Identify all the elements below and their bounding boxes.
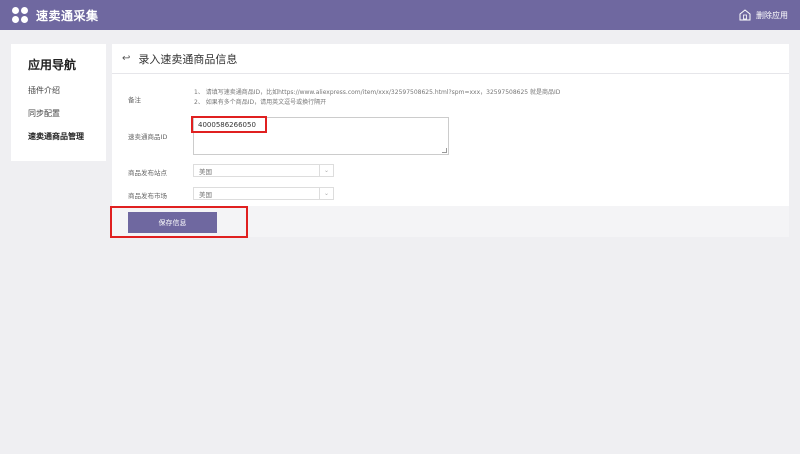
top-bar: 速卖通采集 删除应用 — [0, 0, 800, 30]
publish-site-value: 美国 — [199, 167, 212, 176]
sidebar-item-product-management[interactable]: 速卖通商品管理 — [28, 131, 106, 142]
sidebar-item-sync-config[interactable]: 同步配置 — [28, 108, 106, 119]
sidebar: 应用导航 插件介绍 同步配置 速卖通商品管理 — [11, 44, 106, 161]
back-icon[interactable]: ↩ — [122, 53, 130, 64]
app-title: 速卖通采集 — [36, 8, 99, 23]
note-label: 备注 — [128, 96, 141, 104]
remove-app-label: 删除应用 — [756, 10, 788, 20]
chevron-down-icon: ⌄ — [319, 165, 333, 176]
main-panel: ↩ 录入速卖通商品信息 备注 1、 请填写速卖通商品ID，比如https://w… — [112, 44, 789, 237]
page-title: 录入速卖通商品信息 — [138, 52, 238, 66]
product-id-value: 4000586266050 — [198, 121, 256, 129]
app-logo-icon — [12, 7, 28, 23]
trash-house-icon — [739, 9, 751, 21]
note-line-1: 1、 请填写速卖通商品ID，比如https://www.aliexpress.c… — [194, 89, 561, 96]
chevron-down-icon: ⌄ — [319, 188, 333, 199]
publish-market-value: 美国 — [199, 190, 212, 199]
publish-site-label: 商品发布站点 — [128, 169, 167, 177]
save-button[interactable]: 保存信息 — [128, 212, 217, 233]
publish-site-select[interactable]: 美国 ⌄ — [193, 164, 334, 177]
publish-market-label: 商品发布市场 — [128, 192, 167, 200]
product-id-label: 速卖通商品ID — [128, 133, 168, 141]
resize-handle-icon[interactable] — [442, 148, 447, 153]
sidebar-title: 应用导航 — [28, 58, 77, 72]
remove-app-button[interactable]: 删除应用 — [739, 9, 788, 21]
main-header: ↩ 录入速卖通商品信息 — [112, 44, 789, 74]
note-line-2: 2、 如果有多个商品ID，请用英文逗号或换行隔开 — [194, 99, 327, 106]
publish-market-select[interactable]: 美国 ⌄ — [193, 187, 334, 200]
product-id-textarea[interactable]: 4000586266050 — [193, 117, 449, 155]
sidebar-item-plugin-intro[interactable]: 插件介绍 — [28, 85, 106, 96]
